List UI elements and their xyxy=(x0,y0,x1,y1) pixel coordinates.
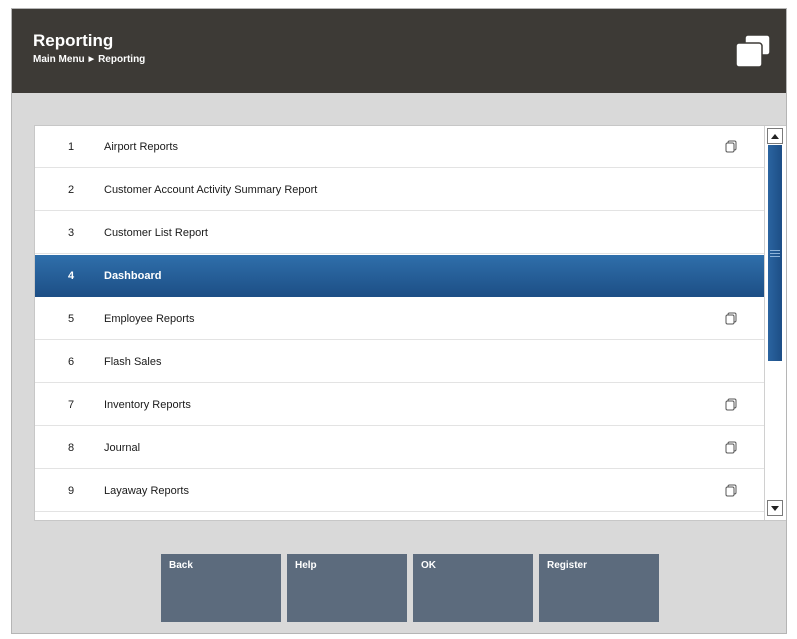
menu-item-number: 9 xyxy=(67,485,75,497)
report-menu-list: 1 Airport Reports 2 Customer Account Activi… xyxy=(34,125,786,521)
menu-item-number: 8 xyxy=(67,442,75,454)
menu-item-label: Layaway Reports xyxy=(104,485,189,497)
menu-item-label: Customer Account Activity Summary Report xyxy=(104,184,318,196)
breadcrumb-main-menu[interactable]: Main Menu xyxy=(33,53,85,67)
arrow-up-icon[interactable] xyxy=(767,128,783,144)
menu-item-7[interactable]: 7 Inventory Reports xyxy=(35,384,764,426)
submenu-icon xyxy=(725,441,737,454)
help-button[interactable]: Help xyxy=(287,554,407,622)
menu-item-number: 6 xyxy=(67,356,75,368)
menu-item-label: Employee Reports xyxy=(104,313,195,325)
menu-item-9[interactable]: 9 Layaway Reports xyxy=(35,470,764,512)
back-button[interactable]: Back xyxy=(161,554,281,622)
menu-item-label: Inventory Reports xyxy=(104,399,191,411)
submenu-icon xyxy=(725,140,737,153)
submenu-icon xyxy=(725,484,737,497)
page-title: Reporting xyxy=(33,31,114,50)
window-stack-icon[interactable] xyxy=(734,33,772,69)
menu-item-label: Flash Sales xyxy=(104,356,162,368)
breadcrumb: Main Menu ▶ Reporting xyxy=(33,53,145,67)
menu-item-label: Customer List Report xyxy=(104,227,208,239)
menu-item-number: 1 xyxy=(67,141,75,153)
menu-item-1[interactable]: 1 Airport Reports xyxy=(35,126,764,168)
arrow-down-icon[interactable] xyxy=(767,500,783,516)
reporting-window: Reporting Main Menu ▶ Reporting 1 Airport… xyxy=(11,8,787,634)
scroll-thumb[interactable] xyxy=(768,145,782,361)
register-button[interactable]: Register xyxy=(539,554,659,622)
menu-item-label: Dashboard xyxy=(104,270,162,282)
vertical-scrollbar[interactable] xyxy=(764,126,786,520)
menu-item-number: 3 xyxy=(67,227,75,239)
menu-item-6[interactable]: 6 Flash Sales xyxy=(35,341,764,383)
menu-item-2[interactable]: 2 Customer Account Activity Summary Repor… xyxy=(35,169,764,211)
breadcrumb-current: Reporting xyxy=(98,54,146,65)
breadcrumb-separator-icon: ▶ xyxy=(88,56,95,63)
ok-button[interactable]: OK xyxy=(413,554,533,622)
menu-item-number: 7 xyxy=(67,399,75,411)
menu-item-8[interactable]: 8 Journal xyxy=(35,427,764,469)
submenu-icon xyxy=(725,312,737,325)
menu-item-number: 2 xyxy=(67,184,75,196)
menu-item-number: 4 xyxy=(67,270,75,282)
action-buttons: Back Help OK Register xyxy=(161,554,661,622)
menu-item-4[interactable]: 4 Dashboard xyxy=(35,255,764,297)
menu-item-5[interactable]: 5 Employee Reports xyxy=(35,298,764,340)
menu-rows: 1 Airport Reports 2 Customer Account Activi… xyxy=(35,126,764,520)
menu-item-label: Journal xyxy=(104,442,141,454)
header-bar: Reporting Main Menu ▶ Reporting xyxy=(12,9,786,93)
menu-item-label: Airport Reports xyxy=(104,141,178,153)
menu-item-3[interactable]: 3 Customer List Report xyxy=(35,212,764,254)
menu-item-number: 5 xyxy=(67,313,75,325)
submenu-icon xyxy=(725,398,737,411)
